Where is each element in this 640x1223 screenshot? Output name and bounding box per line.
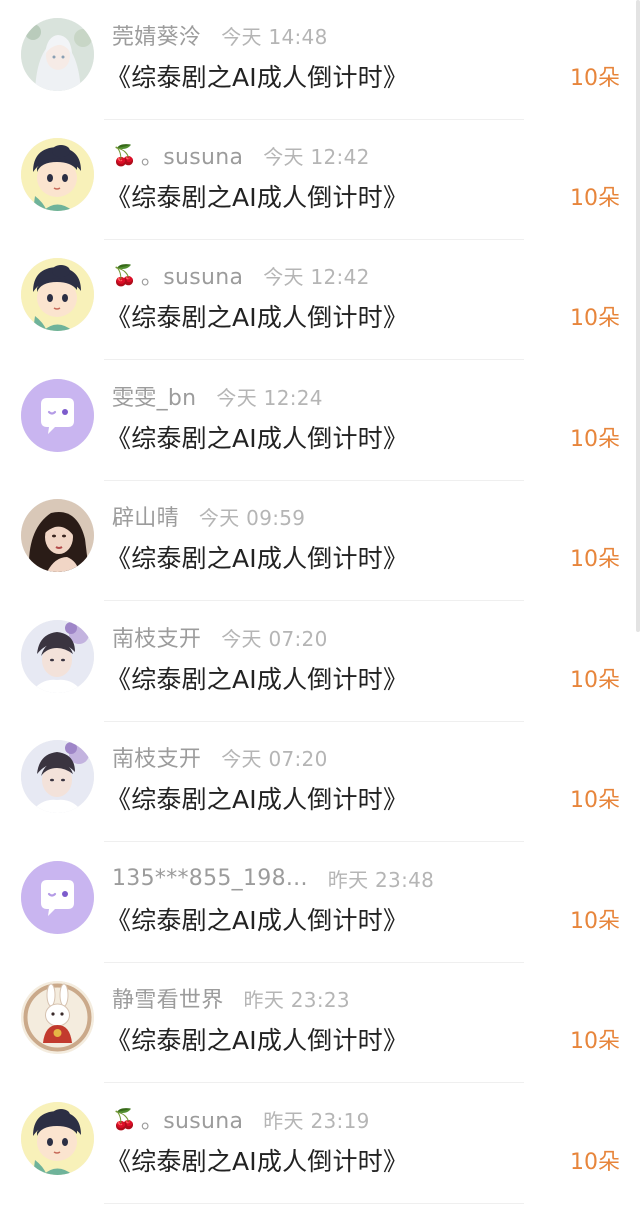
user-name[interactable]: 。susuna	[141, 1103, 243, 1135]
timestamp: 今天 12:42	[263, 264, 370, 289]
flower-count: 10朵	[570, 66, 620, 91]
cherry-icon: 🍒	[112, 143, 137, 167]
book-title[interactable]: 《综泰剧之AI成人倒计时》	[106, 539, 408, 575]
avatar[interactable]	[21, 620, 94, 693]
book-title[interactable]: 《综泰剧之AI成人倒计时》	[106, 1021, 408, 1057]
user-name[interactable]: 静雪看世界	[112, 982, 224, 1014]
user-meta: 135***855_198... 昨天 23:48	[112, 861, 434, 895]
list-item[interactable]: 南枝支开 今天 07:20 《综泰剧之AI成人倒计时》 10朵	[0, 602, 640, 722]
flower-count: 10朵	[570, 547, 620, 572]
book-title[interactable]: 《综泰剧之AI成人倒计时》	[106, 58, 408, 94]
book-title[interactable]: 《综泰剧之AI成人倒计时》	[106, 298, 408, 334]
book-title[interactable]: 《综泰剧之AI成人倒计时》	[106, 178, 408, 214]
list-item[interactable]: 🍒 。susuna 今天 12:42 《综泰剧之AI成人倒计时》 10朵	[0, 240, 640, 360]
user-name[interactable]: 。susuna	[141, 139, 243, 171]
user-name[interactable]: 南枝支开	[112, 621, 201, 653]
timestamp: 今天 09:59	[198, 505, 306, 530]
flower-count: 10朵	[570, 668, 620, 693]
cherry-icon: 🍒	[112, 1107, 137, 1131]
divider	[104, 359, 524, 360]
flower-count: 10朵	[570, 186, 620, 211]
user-meta: 静雪看世界 昨天 23:23	[112, 981, 350, 1015]
timestamp: 今天 07:20	[221, 746, 328, 771]
user-meta: 雯雯_bn 今天 12:24	[112, 379, 323, 413]
list-item[interactable]: 135***855_198... 昨天 23:48 《综泰剧之AI成人倒计时》 10朵	[0, 843, 640, 963]
timestamp: 昨天 23:19	[263, 1108, 370, 1133]
user-meta: 🍒 。susuna 今天 12:42	[112, 258, 370, 292]
user-meta: 辟山晴 今天 09:59	[112, 499, 305, 533]
divider	[104, 600, 524, 601]
list-item[interactable]: 🍒 。susuna 今天 12:42 《综泰剧之AI成人倒计时》 10朵	[0, 120, 640, 240]
user-meta: 南枝支开 今天 07:20	[112, 740, 328, 774]
user-meta: 🍒 。susuna 今天 12:42	[112, 138, 370, 172]
timestamp: 今天 12:42	[263, 144, 370, 169]
user-meta: 莞婧葵泠 今天 14:48	[112, 18, 328, 52]
book-title[interactable]: 《综泰剧之AI成人倒计时》	[106, 901, 408, 937]
avatar[interactable]	[21, 1102, 94, 1175]
user-name[interactable]: 辟山晴	[112, 500, 179, 532]
book-title[interactable]: 《综泰剧之AI成人倒计时》	[106, 780, 408, 816]
divider	[104, 1203, 524, 1204]
user-name[interactable]: 135***855_198...	[112, 866, 308, 891]
list-item[interactable]: 莞婧葵泠 今天 14:48 《综泰剧之AI成人倒计时》 10朵	[0, 0, 640, 120]
flower-count: 10朵	[570, 788, 620, 813]
list-item[interactable]: 辟山晴 今天 09:59 《综泰剧之AI成人倒计时》 10朵	[0, 481, 640, 601]
list-item[interactable]: 南枝支开 今天 07:20 《综泰剧之AI成人倒计时》 10朵	[0, 722, 640, 842]
book-title[interactable]: 《综泰剧之AI成人倒计时》	[106, 419, 408, 455]
avatar[interactable]	[21, 258, 94, 331]
flower-count: 10朵	[570, 306, 620, 331]
flower-count: 10朵	[570, 909, 620, 934]
timestamp: 昨天 23:48	[327, 867, 435, 892]
avatar[interactable]	[21, 861, 94, 934]
divider	[104, 841, 524, 842]
flower-count: 10朵	[570, 1029, 620, 1054]
avatar[interactable]	[21, 18, 94, 91]
timestamp: 今天 07:20	[221, 626, 328, 651]
flower-count: 10朵	[570, 427, 620, 452]
list-item[interactable]: 静雪看世界 昨天 23:23 《综泰剧之AI成人倒计时》 10朵	[0, 963, 640, 1083]
timestamp: 今天 14:48	[221, 24, 328, 49]
timestamp: 今天 12:24	[216, 385, 323, 410]
flower-count: 10朵	[570, 1150, 620, 1175]
user-meta: 南枝支开 今天 07:20	[112, 620, 328, 654]
user-meta: 🍒 。susuna 昨天 23:19	[112, 1102, 370, 1136]
avatar[interactable]	[21, 499, 94, 572]
gift-record-list: 莞婧葵泠 今天 14:48 《综泰剧之AI成人倒计时》 10朵 🍒 。susuna 今天 1…	[0, 0, 640, 1223]
avatar[interactable]	[21, 138, 94, 211]
cherry-icon: 🍒	[112, 263, 137, 287]
user-name[interactable]: 南枝支开	[112, 741, 201, 773]
divider	[104, 1082, 524, 1083]
list-item[interactable]: 雯雯_bn 今天 12:24 《综泰剧之AI成人倒计时》 10朵	[0, 361, 640, 481]
avatar[interactable]	[21, 379, 94, 452]
user-name[interactable]: 雯雯_bn	[112, 380, 196, 412]
book-title[interactable]: 《综泰剧之AI成人倒计时》	[106, 660, 408, 696]
avatar[interactable]	[21, 740, 94, 813]
avatar[interactable]	[21, 981, 94, 1054]
timestamp: 昨天 23:23	[243, 987, 350, 1012]
user-name[interactable]: 。susuna	[141, 259, 243, 291]
user-name[interactable]: 莞婧葵泠	[112, 19, 201, 51]
list-item[interactable]: 🍒 。susuna 昨天 23:19 《综泰剧之AI成人倒计时》 10朵	[0, 1084, 640, 1204]
book-title[interactable]: 《综泰剧之AI成人倒计时》	[106, 1142, 408, 1178]
